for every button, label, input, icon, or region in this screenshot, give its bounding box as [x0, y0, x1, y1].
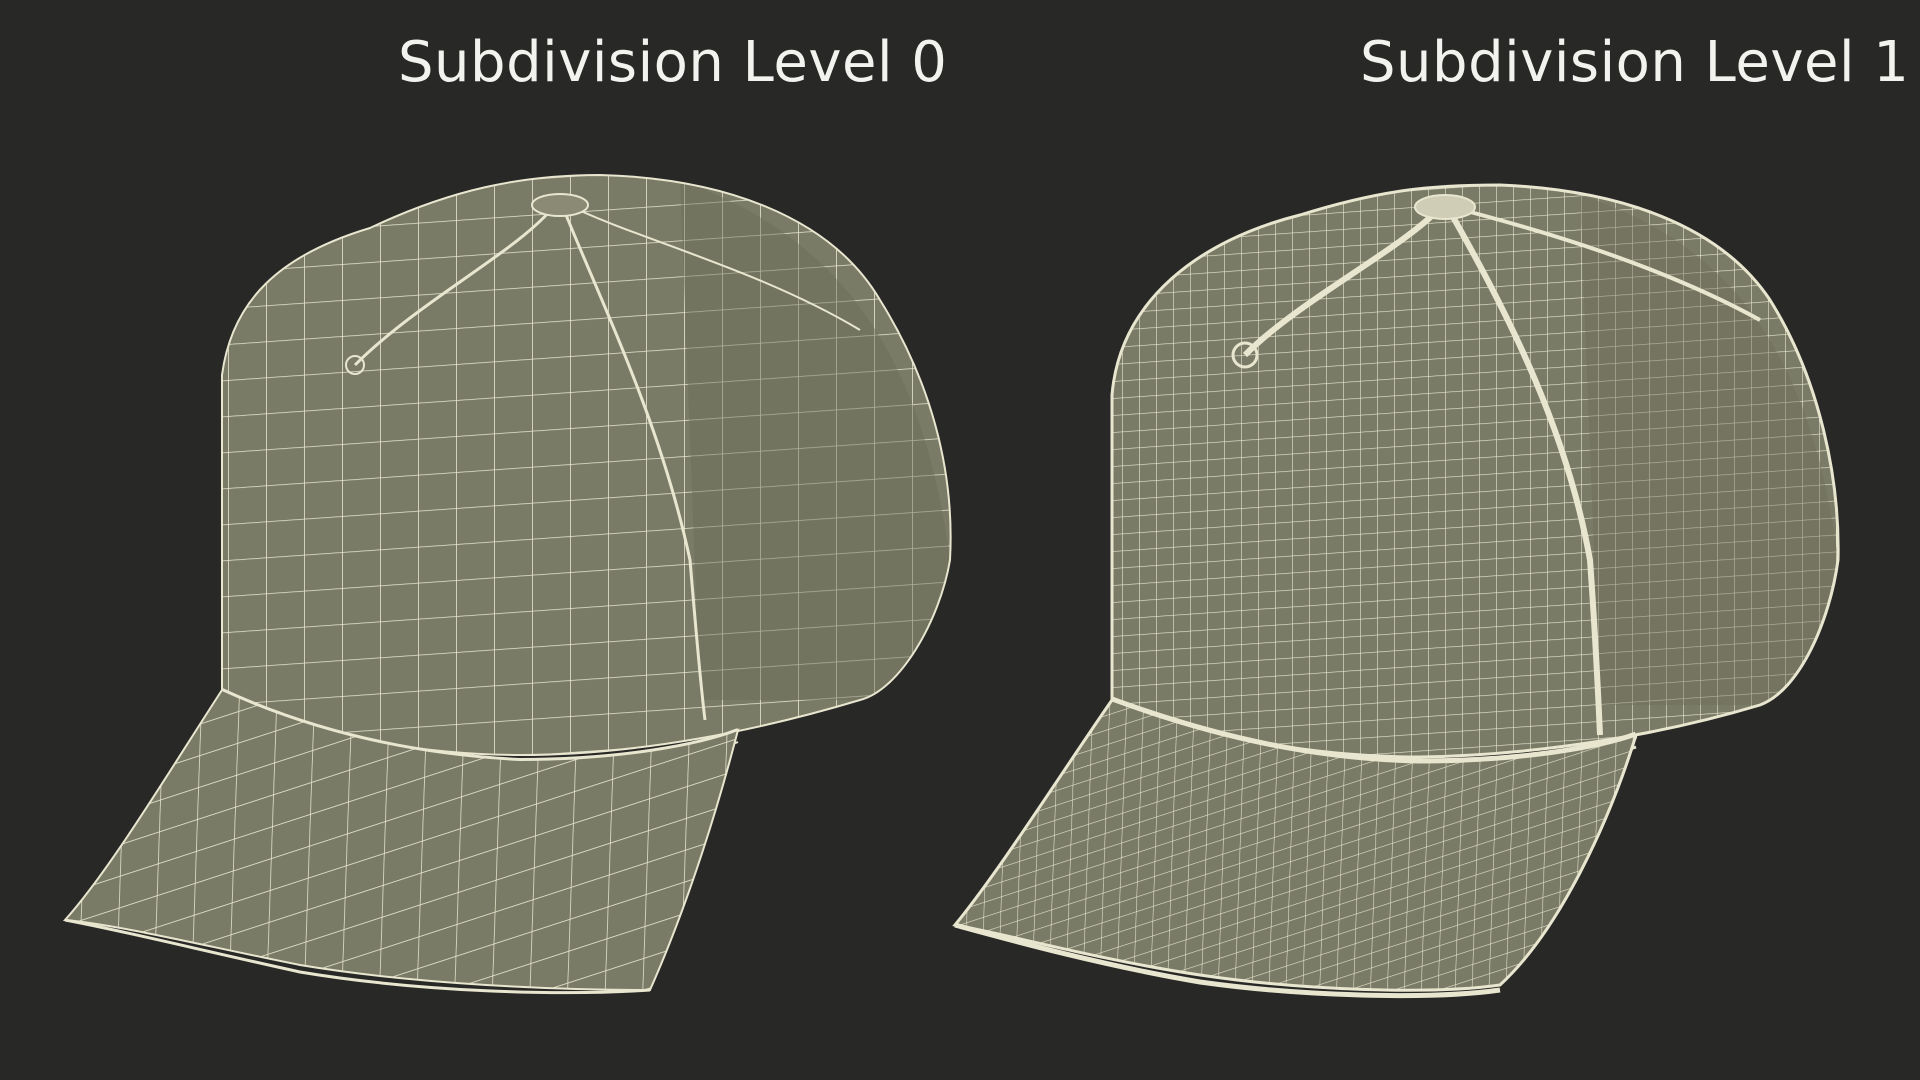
cap-level-0 — [62, 173, 952, 995]
cap-renders — [62, 173, 1840, 999]
render-viewport: Subdivision Level 0 Subdivision Level 1 — [0, 0, 1920, 1080]
cap-level-1 — [952, 183, 1840, 999]
